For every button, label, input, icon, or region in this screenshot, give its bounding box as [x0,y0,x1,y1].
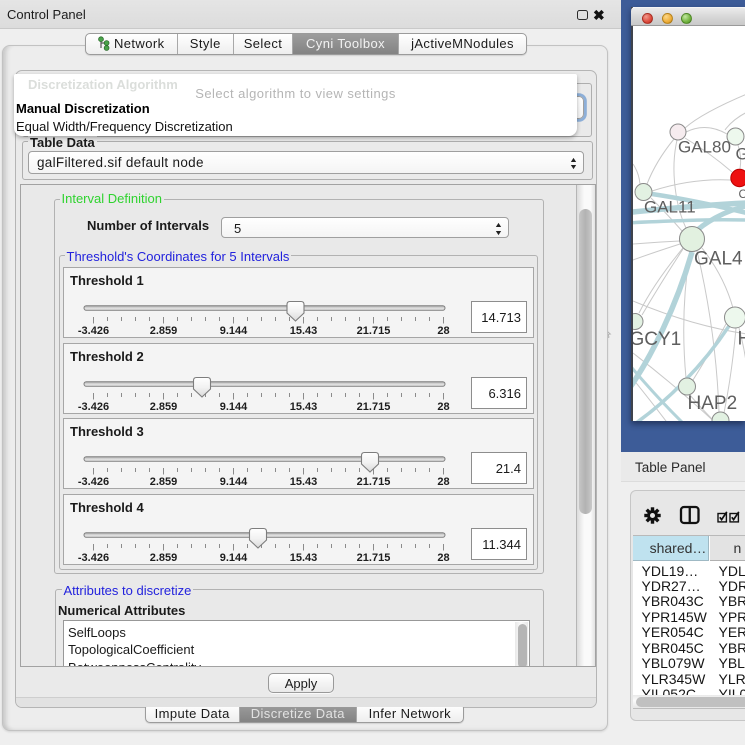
svg-text:28: 28 [437,325,449,337]
svg-text:-3.426: -3.426 [78,401,109,413]
svg-text:GCY1: GCY1 [633,329,681,350]
svg-text:28: 28 [437,476,449,488]
svg-text:9.144: 9.144 [220,476,248,488]
svg-text:HI: HI [738,328,745,349]
svg-text:15.43: 15.43 [290,476,318,488]
svg-text:GAL11: GAL11 [644,197,696,216]
svg-text:9.144: 9.144 [220,325,248,337]
svg-text:-3.426: -3.426 [78,325,109,337]
svg-text:15.43: 15.43 [290,325,318,337]
svg-text:CY: CY [739,187,745,201]
svg-text:21.715: 21.715 [357,476,391,488]
svg-text:GAL4: GAL4 [694,248,743,269]
svg-text:21.715: 21.715 [357,552,391,564]
svg-text:28: 28 [437,401,449,413]
svg-text:2.859: 2.859 [150,325,178,337]
svg-text:HAP2: HAP2 [688,393,738,414]
svg-text:9.144: 9.144 [220,401,248,413]
svg-text:21.715: 21.715 [357,401,391,413]
svg-text:15.43: 15.43 [290,401,318,413]
svg-text:GAL80: GAL80 [678,137,731,156]
svg-text:GA: GA [736,144,745,163]
svg-text:21.715: 21.715 [357,325,391,337]
svg-text:2.859: 2.859 [150,552,178,564]
svg-text:15.43: 15.43 [290,552,318,564]
svg-text:2.859: 2.859 [150,476,178,488]
svg-text:-3.426: -3.426 [78,552,109,564]
svg-text:28: 28 [437,552,449,564]
svg-text:2.859: 2.859 [150,401,178,413]
svg-text:9.144: 9.144 [220,552,248,564]
svg-text:-3.426: -3.426 [78,476,109,488]
